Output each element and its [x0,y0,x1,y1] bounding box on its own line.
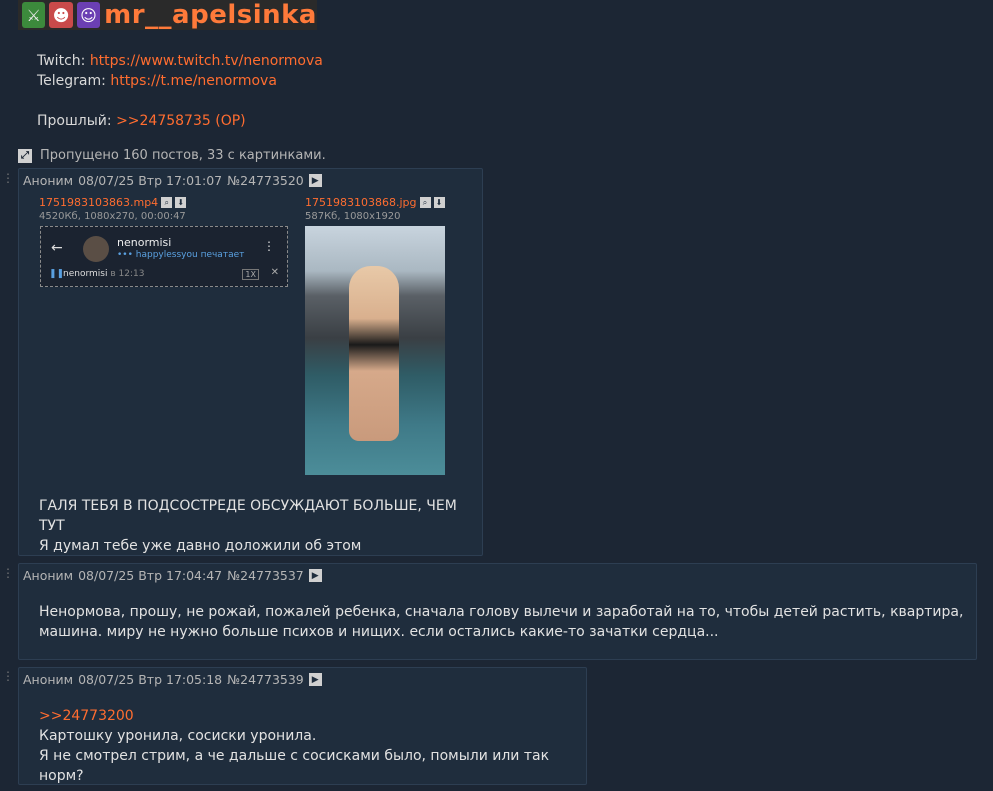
voice-bar: nenormisi в 12:13 [63,269,144,279]
post-author: Аноним [23,672,74,687]
post-header: Аноним 08/07/25 Втр 17:04:47 №24773537 ▶ [23,568,322,583]
play-icon[interactable]: ▶ [308,569,322,582]
telegram-link[interactable]: https://t.me/nenormova [110,73,277,89]
play-icon[interactable]: ▶ [308,673,322,686]
twitch-label: Twitch: [37,53,86,69]
skipped-posts-notice: ⤢ Пропущено 160 постов, 33 с картинками. [18,148,326,163]
post-date: 08/07/25 Втр 17:01:07 [78,173,223,188]
typing-status: ••• happylessyou печатает [117,250,245,260]
voice-bar-name: nenormisi [63,269,108,279]
post: Аноним 08/07/25 Втр 17:05:18 №24773539 ▶… [18,667,587,785]
back-arrow-icon: ← [51,240,63,256]
post-number[interactable]: №24773520 [227,173,304,188]
post-date: 08/07/25 Втр 17:04:47 [78,568,223,583]
post-body: Ненормова, прошу, не рожай, пожалей ребе… [39,602,963,642]
post-body: >>24773200 Картошку уронила, сосиски уро… [39,706,586,786]
file-name[interactable]: 1751983103868.jpg [305,196,417,209]
post-line: Картошку уронила, сосиски уронила. [39,728,317,744]
pause-icon: ❚❚ [49,269,65,279]
play-icon[interactable]: ▶ [308,174,322,187]
close-icon: ✕ [270,267,279,278]
file-meta: 4520Кб, 1080x270, 00:00:47 [39,211,186,222]
twitch-link[interactable]: https://www.twitch.tv/nenormova [90,53,323,69]
post-body: ГАЛЯ ТЕБЯ В ПОДСОСТРЕДЕ ОБСУЖДАЮТ БОЛЬШЕ… [39,496,482,556]
post-line: Я не смотрел стрим, а че дальше с сосиск… [39,748,550,784]
previous-thread-link[interactable]: >>24758735 (OP) [116,113,246,129]
previous-thread-label: Прошлый: [37,113,112,129]
post-date: 08/07/25 Втр 17:05:18 [78,672,223,687]
op-post-text: Twitch: https://www.twitch.tv/nenormova … [37,51,323,131]
video-thumbnail[interactable]: ← nenormisi ••• happylessyou печатает ⋮ … [40,226,288,287]
post-header: Аноним 08/07/25 Втр 17:01:07 №24773520 ▶ [23,173,322,188]
speed-badge: 1X [242,269,259,280]
expand-icon[interactable]: ⤢ [18,148,32,163]
post-author: Аноним [23,568,74,583]
post: Аноним 08/07/25 Втр 17:01:07 №24773520 ▶… [18,168,483,556]
post: Аноним 08/07/25 Втр 17:04:47 №24773537 ▶… [18,563,977,660]
file-meta: 587Кб, 1080x1920 [305,211,401,222]
voice-bar-time: в 12:13 [110,269,145,279]
sword-emote-icon: ⚔ [22,2,46,28]
file-attachment: 1751983103863.mp4 ⌕ ⬇ 4520Кб, 1080x270, … [39,196,187,222]
post-line: Я думал тебе уже давно доложили об этом [39,538,362,554]
photo-figure [349,266,399,441]
download-icon[interactable]: ⬇ [433,197,445,208]
banner-name: mr__apelsinka [104,0,317,30]
post-header: Аноним 08/07/25 Втр 17:05:18 №24773539 ▶ [23,672,322,687]
post-number[interactable]: №24773539 [227,672,304,687]
post-line: Ненормова, прошу, не рожай, пожалей ребе… [39,604,964,620]
image-thumbnail[interactable] [305,226,445,475]
purple-emote-icon: ☺ [76,2,101,28]
telegram-label: Telegram: [37,73,106,89]
download-icon[interactable]: ⬇ [175,197,187,208]
chat-name: nenormisi [117,236,172,249]
post-author: Аноним [23,173,74,188]
skipped-posts-text: Пропущено 160 постов, 33 с картинками. [40,148,326,163]
post-line: машина. миру не нужно больше психов и ни… [39,624,719,640]
kebab-menu-icon: ⋮ [263,239,275,253]
search-icon[interactable]: ⌕ [419,197,431,208]
post-number[interactable]: №24773537 [227,568,304,583]
post-line: ГАЛЯ ТЕБЯ В ПОДСОСТРЕДЕ ОБСУЖДАЮТ БОЛЬШЕ… [39,498,457,534]
avatar [83,236,109,262]
file-attachment: 1751983103868.jpg ⌕ ⬇ 587Кб, 1080x1920 [305,196,445,222]
file-name[interactable]: 1751983103863.mp4 [39,196,158,209]
reply-link[interactable]: >>24773200 [39,708,134,724]
search-icon[interactable]: ⌕ [161,197,173,208]
clown-emote-icon: ☻ [49,2,73,28]
streamer-banner: ⚔ ☻ ☺ mr__apelsinka [18,0,317,30]
